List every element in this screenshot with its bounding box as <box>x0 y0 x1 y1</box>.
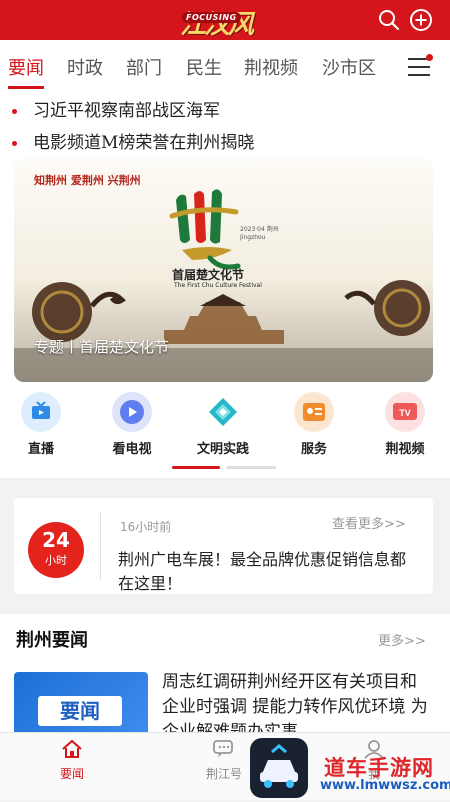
logo-subtext: FOCUSING <box>182 12 241 23</box>
tv-icon: TV <box>385 392 425 432</box>
watermark-url: www.lmwwsz.com <box>320 778 450 793</box>
view-more-link[interactable]: 查看更多>> <box>332 513 406 532</box>
shortcut-label: 文明实践 <box>196 442 249 457</box>
heart-hands-icon <box>203 392 243 432</box>
divider <box>100 512 101 580</box>
home-icon <box>62 739 82 758</box>
shortcut-service[interactable]: 服务 <box>279 392 349 457</box>
nav-label: 要闻 <box>59 767 84 781</box>
more-link[interactable]: 更多>> <box>378 630 426 649</box>
play-icon <box>112 392 152 432</box>
shortcut-civilization[interactable]: 文明实践 <box>188 392 258 457</box>
shortcut-label: 看电视 <box>112 442 152 457</box>
banner-carousel[interactable]: 知荆州 爱荆州 兴荆州 2023·04 荆州 Jingzhou 首届楚文化节 T… <box>14 158 433 382</box>
headline-text: 电影频道M榜荣誉在荆州揭晓 <box>33 133 255 153</box>
tab-jingshipin[interactable]: 荆视频 <box>244 54 298 80</box>
festival-city: Jingzhou <box>240 234 266 241</box>
tab-bumen[interactable]: 部门 <box>126 54 162 80</box>
thumbnail-label: 要闻 <box>38 696 122 726</box>
news-time: 16小时前 <box>120 520 172 534</box>
shortcut-label: 荆视频 <box>385 442 425 457</box>
shortcut-live[interactable]: 直播 <box>6 392 76 457</box>
app-logo: 江汉风 FOCUSING <box>180 4 272 40</box>
nav-label: 荆江号 <box>205 767 242 781</box>
list-item[interactable]: 习近平视察南部战区海军 <box>12 96 220 121</box>
add-icon[interactable] <box>409 8 433 32</box>
top-bar: 江汉风 FOCUSING <box>0 0 450 40</box>
shortcut-label: 服务 <box>300 442 327 457</box>
tab-shashiqu[interactable]: 沙市区 <box>322 54 376 80</box>
badge-unit: 小时 <box>45 554 67 567</box>
shortcut-tv[interactable]: 看电视 <box>97 392 167 457</box>
notification-dot <box>426 54 433 61</box>
active-tab-indicator <box>8 86 44 89</box>
festival-subtitle: The First Chu Culture Festival <box>174 282 262 289</box>
news-title: 荆州广电车展！最全品牌优惠促销信息都在这里！ <box>118 550 407 593</box>
category-tabs: 要闻 时政 部门 民生 荆视频 沙市区 <box>0 40 450 92</box>
headline-ticker: 习近平视察南部战区海军 电影频道M榜荣誉在荆州揭晓 <box>0 92 450 154</box>
festival-title: 首届楚文化节 <box>172 268 245 282</box>
svg-text:TV: TV <box>399 408 411 418</box>
shortcut-row: 直播 看电视 文明实践 服务 TV 荆视频 <box>0 388 450 478</box>
site-watermark: 道车手游网 www.lmwwsz.com <box>250 738 450 800</box>
pager-active <box>172 466 220 469</box>
banner-caption: 专题丨首届楚文化节 <box>34 338 170 356</box>
tab-minsheng[interactable]: 民生 <box>186 54 222 80</box>
id-card-icon <box>294 392 334 432</box>
tab-yaowen[interactable]: 要闻 <box>8 54 44 80</box>
shortcut-jingshipin[interactable]: TV 荆视频 <box>370 392 440 457</box>
menu-icon[interactable] <box>408 54 433 78</box>
chat-icon <box>213 740 233 757</box>
badge-number: 24 <box>42 528 70 552</box>
live-tv-icon <box>21 392 61 432</box>
section-title: 荆州要闻 <box>16 630 88 651</box>
shortcut-label: 直播 <box>27 442 54 457</box>
list-item[interactable]: 电影频道M榜荣誉在荆州揭晓 <box>12 128 254 153</box>
24h-badge: 24 小时 <box>28 522 84 578</box>
festival-date: 2023·04 荆州 <box>240 226 279 233</box>
news-24h-card[interactable]: 24 小时 16小时前 查看更多>> 荆州广电车展！最全品牌优惠促销信息都在这里… <box>14 498 433 594</box>
headline-text: 习近平视察南部战区海军 <box>33 101 220 121</box>
tab-shizheng[interactable]: 时政 <box>67 54 103 80</box>
nav-yaowen[interactable]: 要闻 <box>32 739 112 782</box>
search-icon[interactable] <box>377 8 401 32</box>
pager-inactive <box>226 466 276 469</box>
banner-section: 知荆州 爱荆州 兴荆州 2023·04 荆州 Jingzhou 首届楚文化节 T… <box>0 154 450 388</box>
car-logo-icon <box>250 738 308 798</box>
